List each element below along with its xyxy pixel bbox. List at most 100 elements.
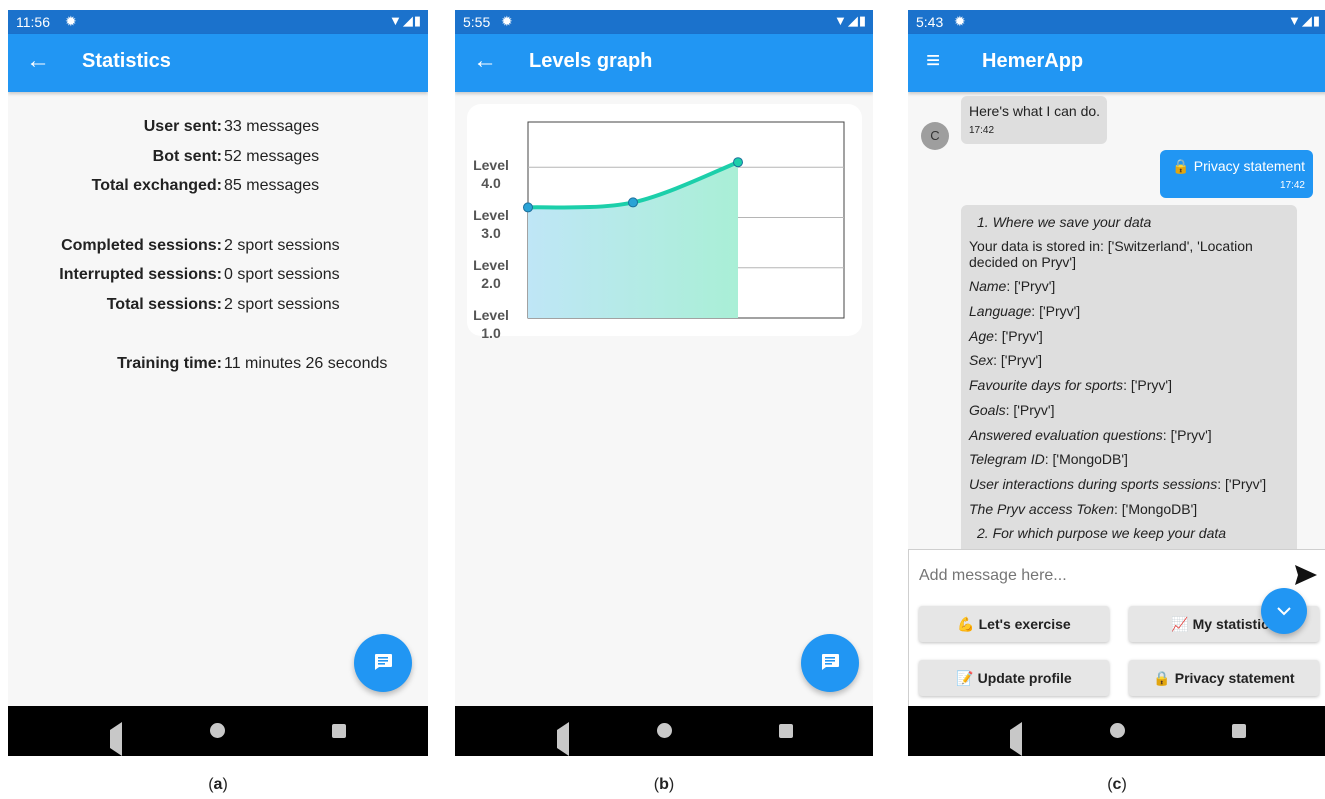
privacy-item: Sex: ['Pryv'] [969, 352, 1043, 368]
chat-icon [822, 654, 839, 670]
stat-value: 2 sport sessions [224, 296, 340, 313]
data-point [523, 202, 533, 213]
status-time: 5:55 [463, 14, 491, 30]
message-input[interactable] [917, 562, 1281, 590]
page-title: Statistics [82, 50, 171, 72]
page-title: HemerApp [982, 50, 1084, 72]
send-icon[interactable] [1294, 564, 1318, 586]
arrow-back-icon[interactable]: ← [473, 47, 497, 75]
figure-caption-c: (c) [1107, 776, 1127, 793]
system-nav-bar [908, 706, 1325, 756]
app-bar: ≡ HemerApp [908, 34, 1325, 92]
arrow-back-icon[interactable]: ← [26, 47, 50, 75]
stat-label: User sent: [143, 118, 222, 135]
page-title: Levels graph [529, 50, 653, 72]
system-nav-bar [455, 706, 873, 756]
status-time: 11:56 [16, 14, 50, 30]
stat-value: 52 messages [224, 148, 320, 165]
gear-icon: ✹ [65, 13, 77, 29]
back-nav-icon[interactable] [90, 722, 122, 756]
stat-label: Completed sessions: [61, 237, 222, 254]
menu-icon[interactable]: ≡ [926, 47, 940, 75]
status-icons: ▼◢▮ [834, 13, 867, 29]
message-composer: 💪 Let's exercise 📈 My statistics 📝 Updat… [908, 549, 1325, 707]
stat-value: 0 sport sessions [224, 266, 340, 283]
chevron-down-icon [1277, 607, 1291, 616]
home-nav-icon[interactable] [657, 723, 672, 738]
message-text: Here's what I can do. [969, 103, 1101, 119]
status-bar: 5:55 ✹ ▼◢▮ [455, 10, 873, 34]
cellular-icon: ◢ [847, 13, 859, 28]
figure-caption-a: (a) [208, 776, 228, 793]
status-icons: ▼◢▮ [1288, 13, 1321, 29]
status-bar: 11:56 ✹ ▼◢▮ [8, 10, 428, 34]
chat-fab-button[interactable] [801, 634, 859, 692]
privacy-item: User interactions during sports sessions… [969, 476, 1267, 492]
recents-nav-icon[interactable] [779, 724, 793, 738]
message-text: 🔒 Privacy statement [1172, 158, 1305, 174]
system-nav-bar [8, 706, 428, 756]
levels-chart [523, 121, 845, 319]
user-message-bubble: 🔒 Privacy statement 17:42 [1160, 150, 1313, 198]
wifi-icon: ▼ [833, 13, 848, 28]
message-time: 17:42 [1279, 180, 1305, 191]
figure-caption-b: (b) [653, 776, 675, 793]
message-time: 17:42 [969, 125, 995, 136]
cellular-icon: ◢ [402, 13, 414, 28]
app-bar: ← Statistics [8, 34, 428, 92]
battery-icon: ▮ [1312, 13, 1321, 28]
stat-label: Total sessions: [106, 296, 222, 313]
bot-message-bubble: Here's what I can do. 17:42 [961, 96, 1107, 144]
scroll-down-button[interactable] [1261, 588, 1307, 634]
wifi-icon: ▼ [388, 13, 403, 28]
privacy-heading: 1. Where we save your data [977, 214, 1152, 230]
app-bar: ← Levels graph [455, 34, 873, 92]
back-nav-icon[interactable] [990, 722, 1022, 756]
quick-reply-privacy-statement[interactable]: 🔒 Privacy statement [1129, 660, 1319, 696]
privacy-item: The Pryv access Token: ['MongoDB'] [969, 501, 1198, 517]
stat-value: 33 messages [224, 118, 320, 135]
privacy-item: Language: ['Pryv'] [969, 303, 1081, 319]
battery-icon: ▮ [413, 13, 422, 28]
cellular-icon: ◢ [1301, 13, 1313, 28]
stat-label: Total exchanged: [91, 177, 222, 194]
battery-icon: ▮ [858, 13, 867, 28]
recents-nav-icon[interactable] [1232, 724, 1246, 738]
privacy-item: Goals: ['Pryv'] [969, 402, 1055, 418]
privacy-item: Name: ['Pryv'] [969, 278, 1056, 294]
status-time: 5:43 [916, 14, 944, 30]
privacy-item: Answered evaluation questions: ['Pryv'] [969, 427, 1212, 443]
stat-value: 85 messages [224, 177, 320, 194]
privacy-item: Telegram ID: ['MongoDB'] [969, 451, 1128, 467]
privacy-statement-bubble: 1. Where we save your data Your data is … [961, 205, 1297, 565]
wifi-icon: ▼ [1287, 13, 1302, 28]
phone-screen-levels-graph: 5:55 ✹ ▼◢▮ ← Levels graph Level 4.0 Level… [455, 10, 873, 756]
recents-nav-icon[interactable] [332, 724, 346, 738]
phone-screen-chat: 5:43 ✹ ▼◢▮ ≡ HemerApp C Here's what I ca… [908, 10, 1325, 756]
stat-label: Interrupted sessions: [59, 266, 222, 283]
stat-label: Training time: [117, 355, 222, 372]
y-tick-label: Level 3.0 [473, 207, 509, 241]
gear-icon: ✹ [501, 13, 513, 29]
y-tick-label: Level 4.0 [473, 157, 509, 191]
status-icons: ▼◢▮ [389, 13, 422, 29]
privacy-item: Age: ['Pryv'] [969, 328, 1043, 344]
chat-fab-button[interactable] [354, 634, 412, 692]
privacy-item: Favourite days for sports: ['Pryv'] [969, 377, 1172, 393]
bot-avatar: C [921, 122, 949, 150]
stat-label: Bot sent: [152, 148, 222, 165]
quick-reply-lets-exercise[interactable]: 💪 Let's exercise [919, 606, 1109, 642]
stat-value: 2 sport sessions [224, 237, 340, 254]
home-nav-icon[interactable] [1110, 723, 1125, 738]
chat-icon [375, 654, 392, 670]
privacy-stored-in-cont: decided on Pryv'] [969, 254, 1076, 270]
y-tick-label: Level 1.0 [473, 307, 509, 341]
data-point [628, 197, 638, 208]
privacy-heading: 2. For which purpose we keep your data [977, 525, 1227, 541]
levels-graph-card: Level 4.0 Level 3.0 Level 2.0 Level 1.0 [467, 104, 862, 341]
gear-icon: ✹ [954, 13, 966, 29]
home-nav-icon[interactable] [210, 723, 225, 738]
back-nav-icon[interactable] [537, 722, 569, 756]
status-bar: 5:43 ✹ ▼◢▮ [908, 10, 1325, 34]
quick-reply-update-profile[interactable]: 📝 Update profile [919, 660, 1109, 696]
